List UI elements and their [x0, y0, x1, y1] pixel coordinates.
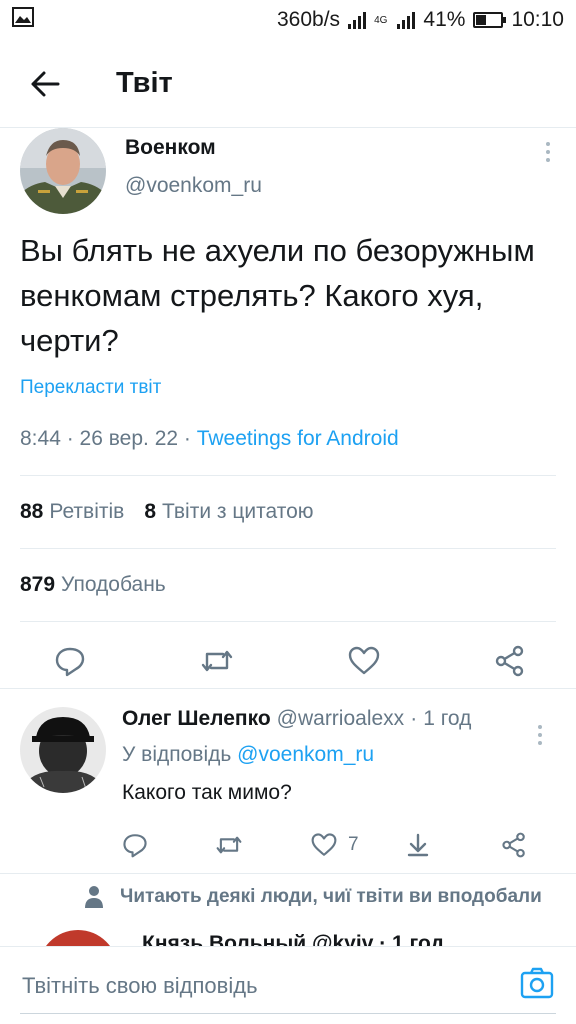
retweet-stats: 88 Ретвітів 8 Твіти з цитатою [20, 476, 556, 548]
signal-icon-2 [397, 11, 416, 29]
more-options-icon[interactable] [532, 725, 548, 745]
image-notification-icon [12, 7, 34, 33]
retweet-button[interactable] [199, 645, 235, 677]
more-options-icon[interactable] [540, 142, 556, 214]
author-avatar[interactable] [20, 128, 106, 214]
reply-icon [123, 834, 147, 858]
next-reply-avatar[interactable] [38, 930, 118, 946]
replying-to: У відповідь @voenkom_ru [122, 743, 375, 766]
author-name[interactable]: Военком [125, 136, 540, 160]
share-icon [495, 645, 524, 677]
retweets-stat[interactable]: 88 Ретвітів [20, 500, 124, 524]
social-context-label: Читають деякі люди, чиї твіти ви вподоба… [120, 886, 542, 907]
next-reply-header: Князь Вольный @kyiv · 1 год [142, 932, 444, 946]
likes-stat[interactable]: 879 Уподобань [20, 573, 166, 597]
download-icon [407, 833, 428, 857]
retweet-icon [201, 650, 232, 672]
camera-icon [520, 967, 554, 999]
page-title: Твіт [116, 67, 173, 99]
reply-download-button[interactable] [405, 832, 431, 858]
social-context: Читають деякі люди, чиї твіти ви вподоба… [84, 885, 574, 909]
reply-text: Какого так мимо? [122, 781, 292, 804]
camera-button[interactable] [520, 967, 554, 1004]
network-speed: 360b/s [277, 8, 341, 31]
battery-icon [473, 12, 507, 28]
tweet-meta: 8:44 · 26 вер. 22 · Tweetings for Androi… [20, 427, 399, 450]
reply-like-button[interactable]: 7 [310, 832, 359, 858]
clock: 10:10 [511, 8, 564, 31]
person-icon [85, 886, 103, 908]
signal-icon [348, 11, 367, 29]
reply-author-handle[interactable]: @warrioalexx [277, 707, 405, 731]
retweet-icon [216, 836, 242, 854]
reply-input[interactable]: Твітніть свою відповідь [22, 973, 520, 999]
next-reply-peek[interactable]: Князь Вольный @kyiv · 1 год [20, 930, 576, 946]
heart-icon [311, 833, 337, 856]
tweet-text: Вы блять не ахуели по безоружным венкома… [20, 233, 535, 358]
reply-reply-button[interactable] [122, 832, 148, 858]
replying-to-handle[interactable]: @voenkom_ru [237, 743, 374, 766]
tweet-source-app[interactable]: Tweetings for Android [197, 427, 399, 450]
reply-share-button[interactable] [501, 832, 527, 858]
reply-author-name[interactable]: Олег Шелепко [122, 707, 271, 731]
reply-avatar[interactable] [20, 707, 106, 793]
divider [0, 873, 576, 874]
reply-time: 1 год [423, 707, 472, 730]
back-button[interactable] [0, 40, 90, 128]
share-button[interactable] [494, 645, 526, 677]
reply-tweet[interactable]: Олег Шелепко @warrioalexx · 1 год У відп… [20, 689, 556, 873]
battery-percent: 41% [423, 8, 466, 31]
arrow-left-icon [31, 71, 60, 96]
likes-stats: 879 Уподобань [20, 549, 556, 621]
tweet-date: 26 вер. 22 [79, 427, 179, 450]
reply-like-count: 7 [348, 834, 359, 855]
quotes-stat[interactable]: 8 Твіти з цитатою [144, 500, 313, 524]
reply-separator: · [410, 707, 418, 730]
composer-underline [20, 1013, 556, 1014]
focused-tweet: Военком @voenkom_ru Вы блять не ахуели п… [20, 128, 556, 700]
status-bar: 360b/s 4G 41% 10:10 [0, 0, 576, 40]
heart-icon [349, 646, 380, 675]
like-button[interactable] [347, 645, 381, 677]
reply-button[interactable] [54, 645, 86, 677]
reply-retweet-button[interactable] [214, 832, 244, 858]
network-type: 4G [374, 14, 388, 26]
share-icon [501, 832, 525, 858]
top-app-bar: Твіт [0, 40, 576, 128]
translate-tweet-link[interactable]: Перекласти твіт [20, 377, 556, 399]
reply-icon [55, 647, 85, 677]
author-handle[interactable]: @voenkom_ru [125, 174, 540, 198]
reply-actions: 7 [122, 825, 556, 865]
reply-composer: Твітніть свою відповідь [0, 946, 576, 1024]
tweet-time: 8:44 [20, 427, 61, 450]
